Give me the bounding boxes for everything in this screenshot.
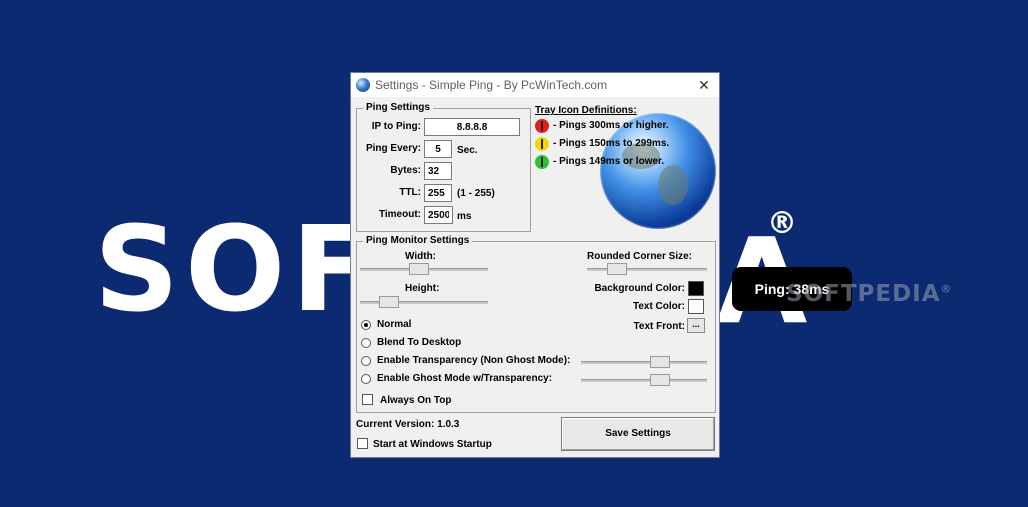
ttl-range: (1 - 255) — [457, 188, 495, 199]
tray-definition-text: - Pings 150ms to 299ms. — [553, 138, 670, 149]
watermark-mark: ® — [940, 282, 953, 296]
background-color-label: Background Color: — [594, 283, 685, 294]
slider-thumb[interactable] — [650, 374, 670, 386]
mode-radio[interactable] — [361, 356, 371, 366]
tray-definition-text: - Pings 300ms or higher. — [553, 120, 669, 131]
tray-definition-text: - Pings 149ms or lower. — [553, 156, 665, 167]
ping-status-icon — [535, 155, 549, 169]
ping-every-unit: Sec. — [457, 145, 478, 156]
height-label: Height: — [405, 283, 440, 294]
bytes-input[interactable] — [424, 162, 452, 180]
ping-monitor-settings-title: Ping Monitor Settings — [363, 235, 473, 246]
ping-status-icon — [535, 119, 549, 133]
mode-radio[interactable] — [361, 338, 371, 348]
close-button[interactable]: ✕ — [689, 73, 719, 97]
always-on-top-label: Always On Top — [380, 395, 452, 406]
globe-continent-shape — [658, 165, 688, 205]
timeout-label: Timeout: — [378, 209, 421, 220]
startup-checkbox[interactable] — [357, 438, 368, 449]
ping-settings-title: Ping Settings — [363, 102, 433, 113]
ping-status-icon — [535, 137, 549, 151]
ip-label: IP to Ping: — [371, 121, 421, 132]
timeout-input[interactable] — [424, 206, 453, 224]
save-settings-button[interactable]: Save Settings — [561, 417, 715, 451]
globe-app-icon — [356, 78, 370, 92]
always-on-top-checkbox[interactable] — [362, 394, 373, 405]
ghost-slider[interactable] — [581, 374, 707, 386]
bytes-label: Bytes: — [390, 165, 421, 176]
background-color-swatch[interactable] — [688, 281, 704, 296]
width-slider[interactable] — [360, 263, 488, 275]
slider-track — [581, 361, 707, 364]
mode-radio[interactable] — [361, 320, 371, 330]
width-label: Width: — [405, 251, 437, 262]
text-font-button[interactable]: ... — [687, 318, 705, 333]
text-font-label: Text Front: — [633, 321, 685, 332]
ip-input[interactable] — [424, 118, 520, 136]
mode-label: Blend To Desktop — [377, 337, 462, 348]
watermark-text: SOFTPEDIA — [786, 281, 941, 307]
window-title: Settings - Simple Ping - By PcWinTech.co… — [375, 78, 608, 92]
slider-track — [581, 379, 707, 382]
transparency-slider[interactable] — [581, 356, 707, 368]
title-bar[interactable]: Settings - Simple Ping - By PcWinTech.co… — [351, 73, 719, 97]
height-slider[interactable] — [360, 296, 488, 308]
rounded-corner-label: Rounded Corner Size: — [587, 251, 693, 262]
text-color-label: Text Color: — [632, 301, 685, 312]
mode-label: Enable Ghost Mode w/Transparency: — [377, 373, 553, 384]
mode-label: Normal — [377, 319, 412, 330]
slider-thumb[interactable] — [379, 296, 399, 308]
slider-track — [587, 268, 707, 271]
mode-radio[interactable] — [361, 374, 371, 384]
rounded-corner-slider[interactable] — [587, 263, 707, 275]
startup-label: Start at Windows Startup — [373, 439, 492, 450]
settings-dialog: Settings - Simple Ping - By PcWinTech.co… — [350, 72, 720, 458]
background-registered-mark: ® — [767, 206, 797, 241]
slider-thumb[interactable] — [607, 263, 627, 275]
ping-every-label: Ping Every: — [365, 143, 421, 154]
ttl-label: TTL: — [399, 187, 421, 198]
slider-thumb[interactable] — [650, 356, 670, 368]
softpedia-watermark: SOFTPEDIA® — [786, 281, 953, 307]
ping-every-input[interactable] — [424, 140, 452, 158]
timeout-unit: ms — [457, 211, 472, 222]
text-color-swatch[interactable] — [688, 299, 704, 314]
slider-thumb[interactable] — [409, 263, 429, 275]
mode-label: Enable Transparency (Non Ghost Mode): — [377, 355, 571, 366]
tray-icon-title: Tray Icon Definitions: — [535, 105, 637, 116]
current-version-text: Current Version: 1.0.3 — [356, 419, 460, 430]
ttl-input[interactable] — [424, 184, 452, 202]
